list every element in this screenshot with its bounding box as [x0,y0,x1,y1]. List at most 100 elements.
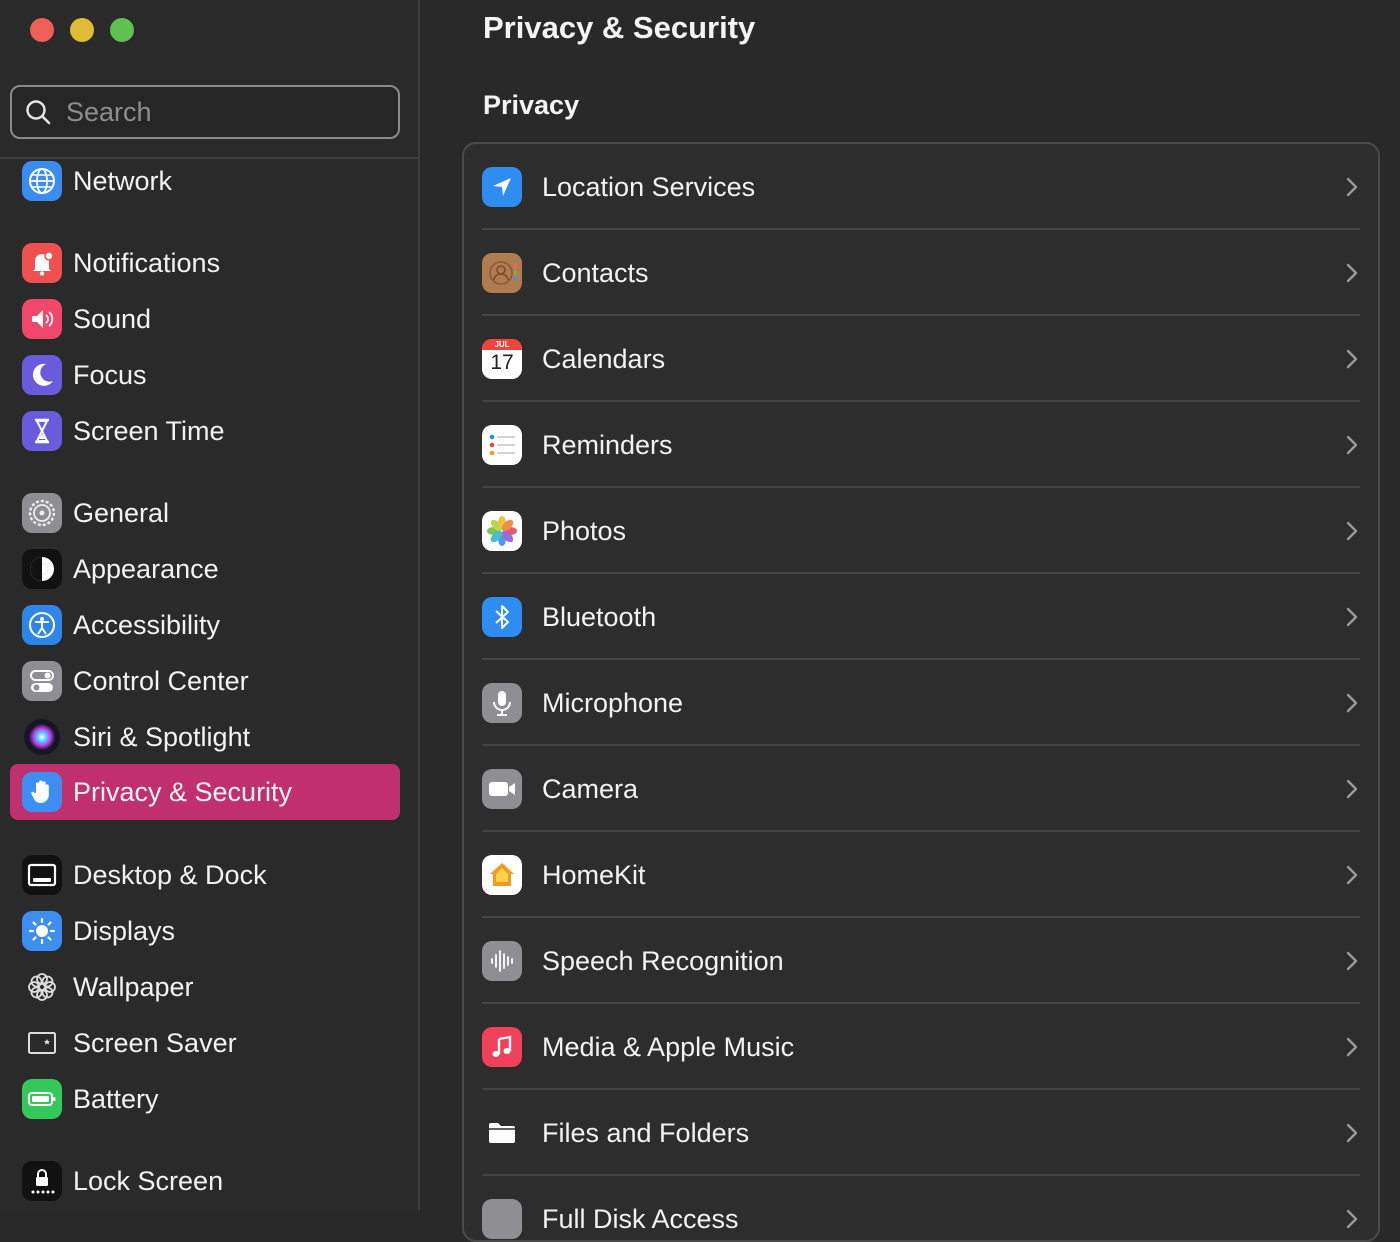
sidebar-item-label: Notifications [73,247,221,278]
row-label: Full Disk Access [542,1203,739,1234]
row-label: Files and Folders [542,1117,750,1148]
sidebar-item-label: Network [73,165,173,196]
general-icon [22,493,62,533]
calendar-month: JUL [482,339,522,350]
sidebar-item-label: Battery [73,1083,159,1114]
photos-icon [482,511,522,551]
screen-saver-icon [22,1023,62,1063]
privacy-hand-icon [22,772,62,812]
sidebar-item-label: Appearance [73,553,219,584]
row-label: Bluetooth [542,601,657,632]
chevron-right-icon [1346,435,1358,455]
desktop-dock-icon [22,855,62,895]
sidebar-item-network[interactable]: Network [10,153,400,209]
sidebar-item-appearance[interactable]: Appearance [10,541,400,597]
accessibility-icon [22,605,62,645]
calendar-icon: JUL 17 [482,339,522,379]
sidebar-item-battery[interactable]: Battery [10,1071,400,1127]
chevron-right-icon [1346,1209,1358,1229]
row-reminders[interactable]: Reminders [464,402,1378,488]
sidebar-item-label: Control Center [73,665,249,696]
sidebar-item-accessibility[interactable]: Accessibility [10,597,400,653]
screen-time-icon [22,411,62,451]
sidebar-item-wallpaper[interactable]: Wallpaper [10,959,400,1015]
row-camera[interactable]: Camera [464,746,1378,832]
row-label: Microphone [542,687,684,718]
row-bluetooth[interactable]: Bluetooth [464,574,1378,660]
control-center-icon [22,661,62,701]
disk-icon [482,1199,522,1239]
sidebar-item-label: Screen Time [73,415,225,446]
location-icon [482,167,522,207]
microphone-icon [482,683,522,723]
sidebar-item-desktop-dock[interactable]: Desktop & Dock [10,847,400,903]
sidebar-item-sound[interactable]: Sound [10,291,400,347]
sidebar-item-focus[interactable]: Focus [10,347,400,403]
battery-icon [22,1079,62,1119]
row-calendars[interactable]: JUL 17 Calendars [464,316,1378,402]
sidebar-item-screen-time[interactable]: Screen Time [10,403,400,459]
sidebar-item-displays[interactable]: Displays [10,903,400,959]
sound-icon [22,299,62,339]
sidebar-item-siri-spotlight[interactable]: Siri & Spotlight [10,709,400,765]
chevron-right-icon [1346,607,1358,627]
row-photos[interactable]: Photos [464,488,1378,574]
notifications-icon [22,243,62,283]
sidebar-item-notifications[interactable]: Notifications [10,235,400,291]
sidebar-item-label: Accessibility [73,609,221,640]
page-title: Privacy & Security [483,10,756,45]
chevron-right-icon [1346,177,1358,197]
row-microphone[interactable]: Microphone [464,660,1378,746]
sidebar-item-label: Desktop & Dock [73,859,267,890]
lock-screen-icon [22,1161,62,1201]
section-title-privacy: Privacy [483,90,580,120]
appearance-icon [22,549,62,589]
sidebar-item-label: Lock Screen [73,1165,224,1196]
row-label: Photos [542,515,627,546]
chevron-right-icon [1346,263,1358,283]
search-field[interactable] [10,85,400,139]
row-location-services[interactable]: Location Services [464,144,1378,230]
sidebar-item-lock-screen[interactable]: Lock Screen [10,1153,400,1209]
music-icon [482,1027,522,1067]
chevron-right-icon [1346,693,1358,713]
displays-icon [22,911,62,951]
sidebar-item-label: Focus [73,359,147,390]
row-label: HomeKit [542,859,646,890]
camera-icon [482,769,522,809]
focus-icon [22,355,62,395]
speech-recognition-icon [482,941,522,981]
row-speech-recognition[interactable]: Speech Recognition [464,918,1378,1004]
sidebar-item-label: Sound [73,303,152,334]
search-input[interactable] [64,95,388,129]
network-icon [22,161,62,201]
row-label: Calendars [542,343,666,374]
row-label: Speech Recognition [542,945,784,976]
row-homekit[interactable]: HomeKit [464,832,1378,918]
row-files-and-folders[interactable]: Files and Folders [464,1090,1378,1176]
sidebar-item-label: Siri & Spotlight [73,721,251,752]
homekit-icon [482,855,522,895]
zoom-window-button[interactable] [110,18,134,42]
minimize-window-button[interactable] [70,18,94,42]
chevron-right-icon [1346,1123,1358,1143]
close-window-button[interactable] [30,18,54,42]
row-label: Location Services [542,171,756,202]
sidebar-item-label: General [73,497,170,528]
sidebar-item-screen-saver[interactable]: Screen Saver [10,1015,400,1071]
window-controls [30,18,134,42]
chevron-right-icon [1346,1037,1358,1057]
search-icon [26,100,51,125]
row-media-apple-music[interactable]: Media & Apple Music [464,1004,1378,1090]
chevron-right-icon [1346,779,1358,799]
row-label: Contacts [542,257,649,288]
sidebar-item-privacy-security[interactable]: Privacy & Security [10,764,400,820]
contacts-icon [482,253,522,293]
row-contacts[interactable]: Contacts [464,230,1378,316]
privacy-list: Location Services Contacts JUL 17 Calend… [462,142,1380,1242]
sidebar-item-general[interactable]: General [10,485,400,541]
sidebar-item-control-center[interactable]: Control Center [10,653,400,709]
row-full-disk-access[interactable]: Full Disk Access [464,1176,1378,1240]
bluetooth-icon [482,597,522,637]
wallpaper-icon [22,967,62,1007]
